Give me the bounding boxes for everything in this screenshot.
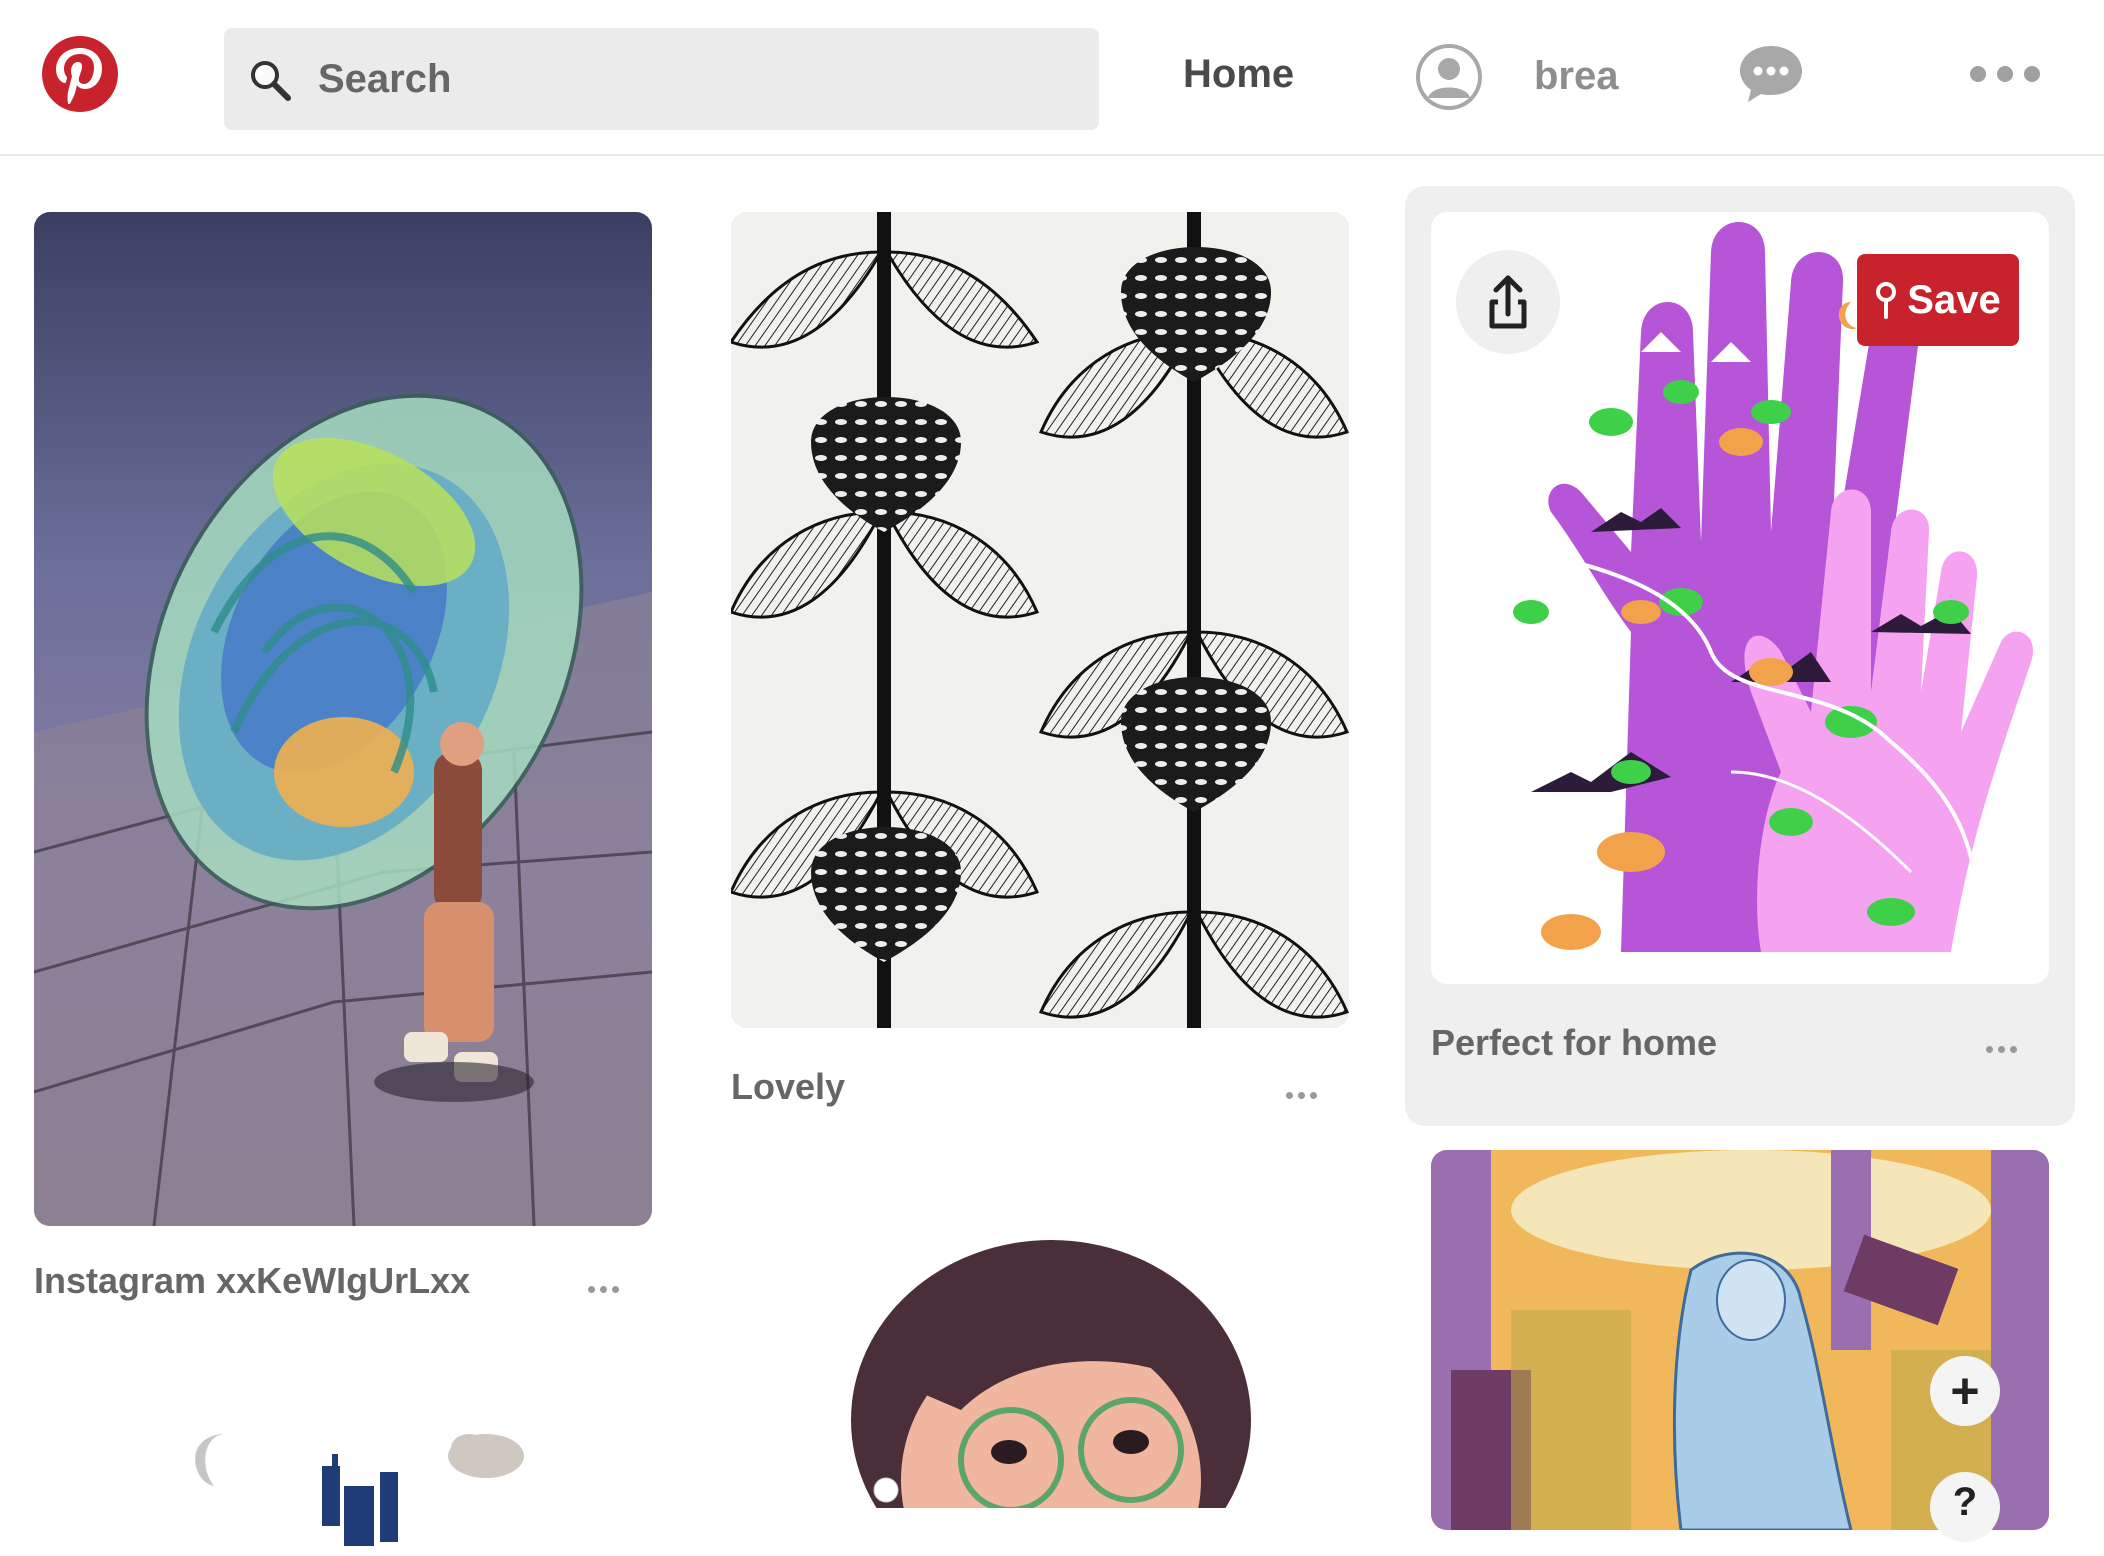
pinterest-logo[interactable] [42, 36, 118, 112]
save-button[interactable]: Save [1857, 254, 2019, 346]
search-bar[interactable] [224, 28, 1099, 130]
pin-image-night-castle[interactable] [34, 1356, 652, 1556]
pin-title[interactable]: Instagram xxKeWIgUrLxx [34, 1260, 470, 1302]
share-button[interactable] [1456, 250, 1560, 354]
pin-image-girl-glasses[interactable] [731, 1180, 1349, 1508]
pin-title[interactable]: Perfect for home [1431, 1022, 1717, 1064]
top-navigation-bar: Home brea [0, 0, 2104, 156]
user-avatar-icon[interactable] [1416, 44, 1482, 110]
ellipsis-icon[interactable] [1968, 56, 2042, 92]
username-link[interactable]: brea [1534, 54, 1619, 99]
pin-image-bubble-jellyfish[interactable] [34, 212, 652, 1226]
pin-image-leaf-pattern[interactable] [731, 212, 1349, 1028]
pin-title[interactable]: Lovely [731, 1066, 845, 1108]
pushpin-icon [1876, 282, 1897, 319]
save-button-label: Save [1907, 277, 2001, 322]
search-input[interactable] [294, 28, 1074, 130]
pin-more-options-icon[interactable] [588, 1280, 624, 1293]
help-button[interactable]: ? [1930, 1472, 2000, 1542]
pin-more-options-icon[interactable] [1286, 1086, 1322, 1099]
pin-more-options-icon[interactable] [1986, 1040, 2022, 1053]
nav-home-link[interactable]: Home [1183, 52, 1294, 112]
share-icon [1489, 275, 1527, 329]
add-pin-button[interactable]: + [1930, 1356, 2000, 1426]
chat-bubble-icon[interactable] [1736, 42, 1806, 106]
search-icon [251, 61, 291, 101]
